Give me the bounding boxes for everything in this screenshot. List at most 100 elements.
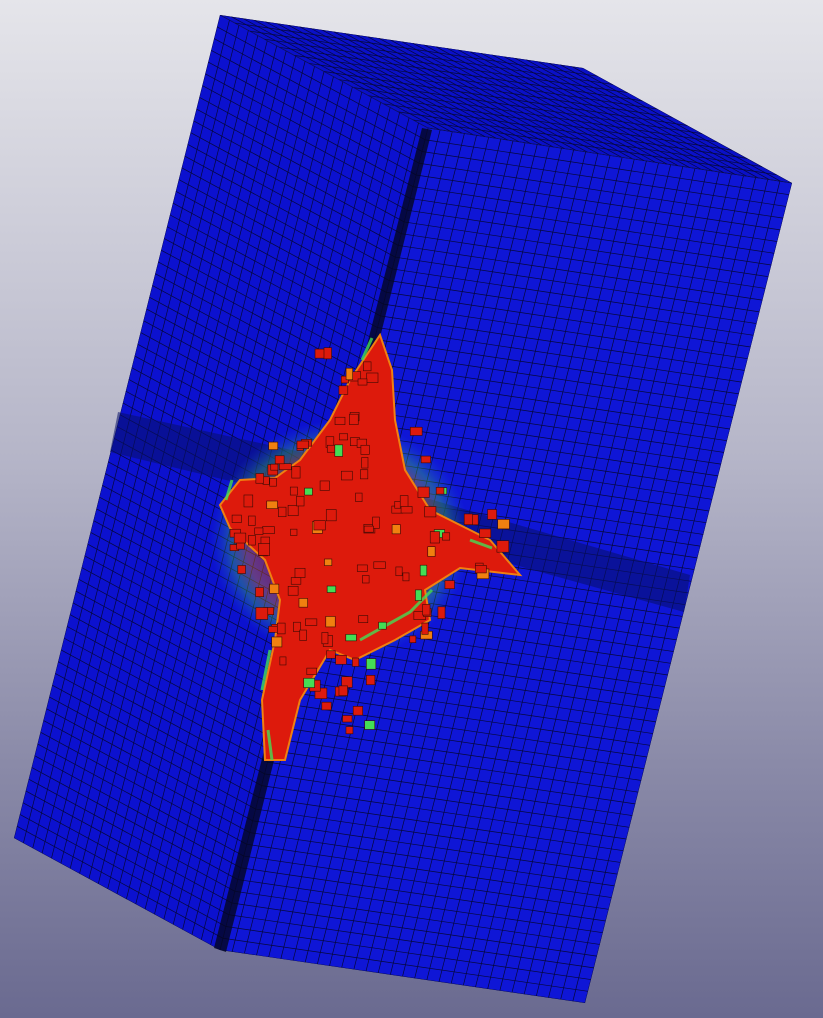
damage-cell — [463, 513, 473, 525]
damage-cell — [391, 524, 401, 535]
damage-cell — [299, 629, 307, 641]
damage-cell — [427, 546, 436, 557]
damage-cell — [248, 535, 256, 546]
damage-cell — [366, 675, 376, 686]
damage-cell — [444, 580, 455, 589]
damage-cell — [334, 444, 343, 457]
damage-cell — [255, 587, 264, 597]
fea-mesh-model[interactable] — [0, 0, 823, 1018]
damage-cell — [435, 487, 445, 495]
damage-cell — [342, 715, 353, 723]
damage-cell — [442, 532, 451, 541]
3d-viewport[interactable] — [0, 0, 823, 1018]
damage-cell — [254, 527, 264, 535]
damage-cell — [291, 466, 301, 479]
damage-cell — [378, 621, 387, 630]
damage-cell — [487, 509, 497, 520]
damage-cell — [355, 492, 363, 502]
damage-cell — [422, 604, 431, 616]
damage-cell — [231, 514, 242, 523]
damage-cell — [474, 565, 487, 574]
damage-cell — [271, 636, 283, 648]
damage-cell — [277, 622, 286, 635]
damage-cell — [326, 650, 336, 659]
damage-cell — [323, 347, 332, 360]
damage-cell — [360, 444, 370, 455]
damage-cell — [362, 575, 370, 584]
damage-cell — [479, 528, 492, 538]
damage-cell — [243, 494, 254, 508]
damage-cell — [255, 473, 264, 484]
damage-cell — [326, 585, 337, 593]
damage-cell — [296, 495, 305, 507]
damage-cell — [269, 477, 277, 487]
damage-cell — [352, 706, 364, 716]
damage-cell — [363, 525, 374, 533]
damage-cell — [415, 589, 422, 601]
damage-cell — [326, 444, 336, 453]
damage-cell — [258, 543, 270, 556]
damage-cell — [339, 433, 348, 441]
damage-cell — [270, 463, 279, 471]
damage-cell — [409, 635, 417, 643]
damage-cell — [335, 654, 347, 665]
damage-cell — [296, 440, 309, 449]
damage-cell — [429, 531, 440, 544]
damage-cell — [248, 515, 256, 526]
damage-cell — [298, 598, 308, 608]
damage-cell — [352, 657, 360, 667]
damage-cell — [417, 486, 430, 498]
damage-cell — [420, 455, 431, 464]
damage-cell — [437, 606, 446, 619]
damage-cell — [400, 506, 413, 514]
damage-cell — [233, 532, 247, 544]
damage-cell — [334, 416, 346, 425]
damage-cell — [290, 577, 302, 585]
damage-cell — [262, 526, 275, 535]
damage-cell — [293, 621, 301, 632]
damage-cell — [357, 378, 368, 386]
damage-cell — [341, 470, 353, 481]
damage-cell — [289, 486, 298, 496]
damage-cell — [313, 520, 326, 531]
damage-cell — [237, 565, 246, 574]
damage-cell — [287, 504, 299, 517]
damage-cell — [361, 457, 369, 469]
damage-cell — [269, 583, 280, 594]
damage-cell — [325, 616, 336, 628]
damage-cell — [338, 685, 348, 696]
damage-cell — [345, 634, 357, 642]
damage-cell — [305, 618, 318, 626]
damage-cell — [409, 426, 423, 436]
damage-cell — [255, 607, 269, 620]
damage-cell — [421, 622, 429, 635]
damage-cell — [321, 701, 332, 711]
damage-cell — [279, 463, 292, 471]
damage-cell — [356, 564, 368, 572]
damage-cell — [349, 413, 359, 425]
damage-cell — [324, 558, 333, 566]
damage-cell — [395, 566, 403, 577]
damage-cell — [306, 667, 318, 675]
damage-cell — [497, 519, 510, 530]
damage-cell — [319, 480, 330, 491]
damage-cell — [266, 500, 278, 509]
damage-cell — [402, 572, 410, 582]
damage-cell — [345, 367, 353, 381]
damage-cell — [268, 441, 279, 450]
damage-cell — [373, 561, 386, 569]
damage-cell — [303, 677, 315, 688]
damage-cell — [364, 720, 376, 730]
damage-cell — [321, 632, 329, 645]
damage-cell — [290, 528, 298, 536]
damage-cell — [366, 372, 379, 383]
damage-cell — [419, 564, 428, 577]
damage-cell — [287, 586, 299, 596]
damage-cell — [358, 615, 369, 623]
damage-cell — [304, 487, 313, 496]
damage-cell — [274, 455, 285, 465]
damage-cell — [360, 469, 369, 480]
damage-cell — [278, 506, 287, 518]
damage-cell — [325, 509, 337, 522]
damage-cell — [338, 385, 349, 395]
